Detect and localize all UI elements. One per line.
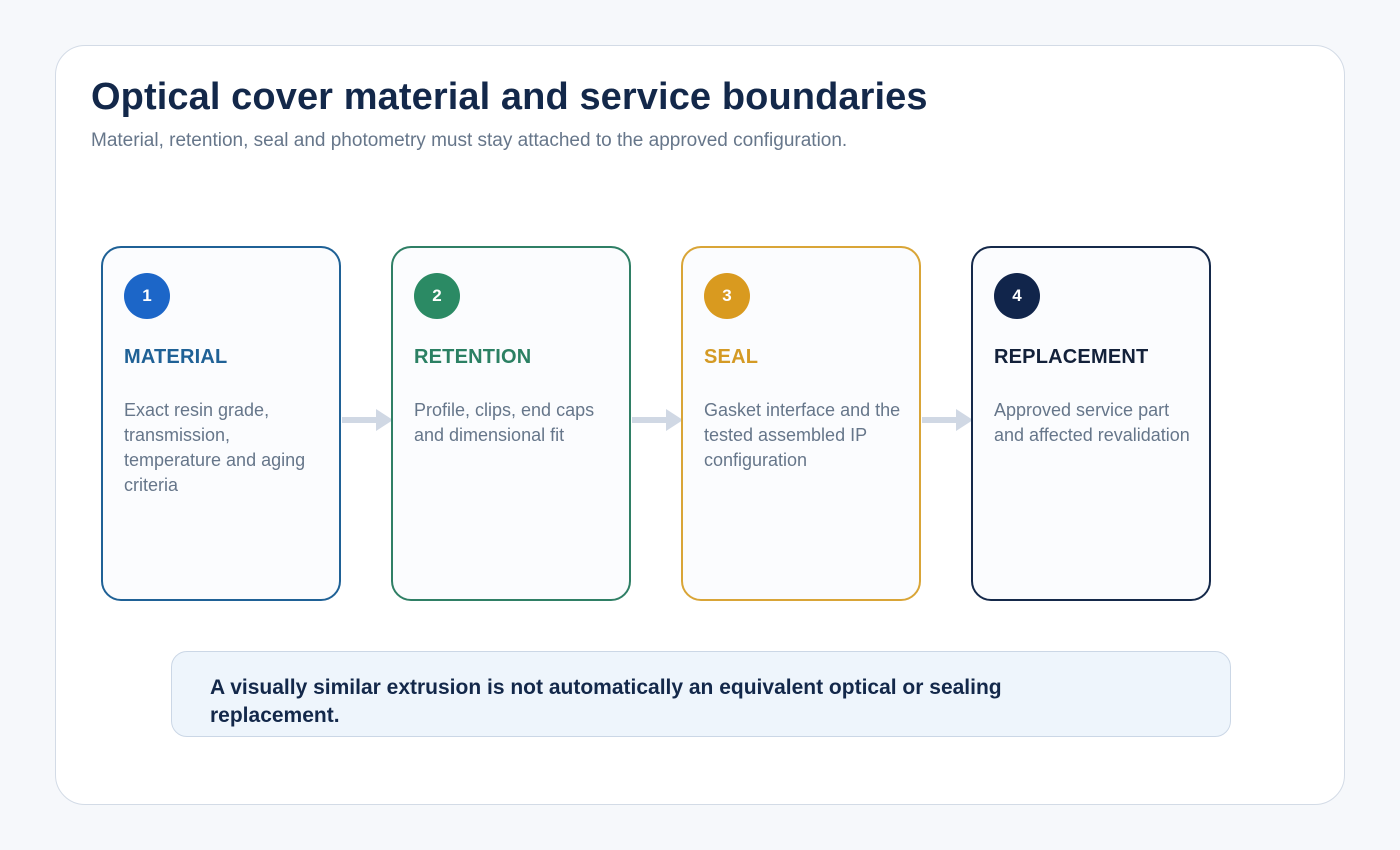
callout-note-text: A visually similar extrusion is not auto… (210, 676, 1002, 727)
step-description: Profile, clips, end caps and dimensional… (414, 400, 595, 445)
callout-note: A visually similar extrusion is not auto… (171, 651, 1231, 737)
diagram-panel: Optical cover material and service bound… (55, 45, 1345, 805)
step-label: REPLACEMENT (994, 346, 1149, 368)
page-title: Optical cover material and service bound… (91, 76, 928, 118)
step-number-badge: 3 (704, 273, 750, 319)
step-description: Gasket interface and the tested assemble… (704, 400, 901, 470)
step-number-badge: 4 (994, 273, 1040, 319)
step-number-badge: 1 (124, 273, 170, 319)
step-description: Exact resin grade, transmission, tempera… (124, 400, 306, 495)
flow-arrow-icon (922, 409, 973, 431)
step-label: RETENTION (414, 346, 532, 368)
step-number-badge: 2 (414, 273, 460, 319)
step-description: Approved service part and affected reval… (994, 400, 1190, 445)
page-subtitle: Material, retention, seal and photometry… (91, 130, 848, 151)
step-card-replacement: 4 REPLACEMENT Approved service part and … (971, 246, 1211, 601)
step-label: SEAL (704, 346, 759, 368)
step-card-material: 1 MATERIAL Exact resin grade, transmissi… (101, 246, 341, 601)
flow-arrow-icon (342, 409, 393, 431)
flow-arrow-icon (632, 409, 683, 431)
step-card-retention: 2 RETENTION Profile, clips, end caps and… (391, 246, 631, 601)
step-label: MATERIAL (124, 346, 228, 368)
step-card-seal: 3 SEAL Gasket interface and the tested a… (681, 246, 921, 601)
